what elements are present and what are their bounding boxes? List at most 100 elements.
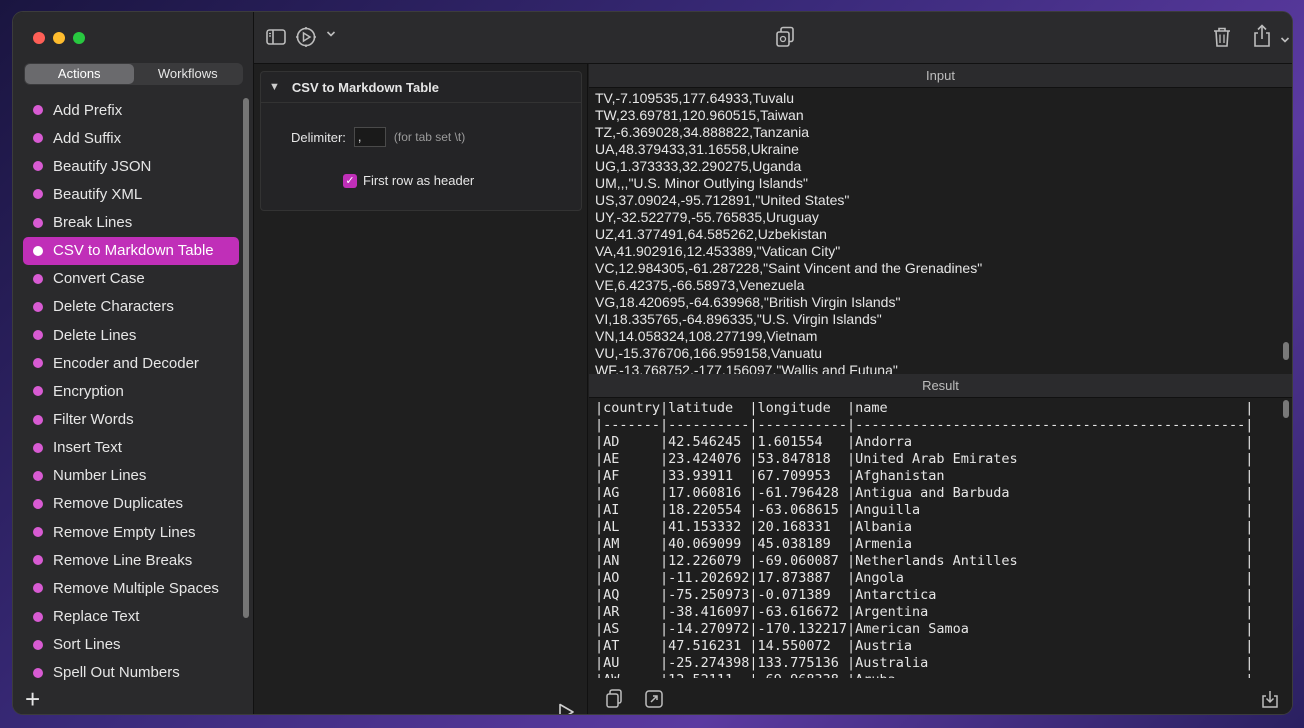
delimiter-hint: (for tab set \t)	[393, 130, 466, 144]
bullet-icon	[33, 358, 43, 369]
disclosure-triangle-icon[interactable]: ▼	[269, 81, 280, 93]
input-line: UA,48.379433,31.16558,Ukraine	[595, 141, 799, 157]
sidebar-item-filter-words[interactable]: Filter Words	[23, 406, 239, 434]
sidebar-item-number-lines[interactable]: Number Lines	[23, 462, 239, 490]
run-settings-icon[interactable]	[295, 26, 317, 53]
sidebar-item-label: Number Lines	[53, 467, 147, 485]
action-card-header[interactable]: ▼ CSV to Markdown Table	[261, 72, 581, 103]
use-as-input-icon[interactable]	[644, 689, 664, 714]
bullet-icon	[33, 639, 43, 650]
sidebar-item-beautify-xml[interactable]: Beautify XML	[23, 180, 239, 208]
window-controls	[33, 32, 85, 44]
sidebar-item-encryption[interactable]: Encryption	[23, 377, 239, 405]
share-chevron-down-icon[interactable]	[1280, 31, 1290, 49]
result-line: |AG |17.060816 |-61.796428 |Antigua and …	[595, 485, 1254, 501]
sidebar-item-remove-line-breaks[interactable]: Remove Line Breaks	[23, 546, 239, 574]
result-line: |-------|----------|-----------|--------…	[595, 417, 1254, 433]
input-line: TW,23.69781,120.960515,Taiwan	[595, 107, 804, 123]
sidebar-item-label: Beautify XML	[53, 185, 143, 203]
input-line: WF,-13.768752,-177.156097,"Wallis and Fu…	[595, 362, 898, 374]
sidebar-item-label: Spell Out Numbers	[53, 664, 180, 682]
sidebar-toggle-icon[interactable]	[266, 28, 286, 51]
input-line: UM,,,"U.S. Minor Outlying Islands"	[595, 175, 809, 191]
result-line: |AR |-38.416097|-63.616672 |Argentina |	[595, 604, 1254, 620]
sidebar-item-insert-text[interactable]: Insert Text	[23, 434, 239, 462]
input-line: VI,18.335765,-64.896335,"U.S. Virgin Isl…	[595, 311, 882, 327]
save-result-icon[interactable]	[1260, 689, 1280, 714]
first-row-header-checkbox[interactable]: ✓	[343, 173, 357, 188]
bullet-icon	[33, 527, 43, 538]
sidebar-item-label: Encryption	[53, 382, 124, 400]
sidebar-scrollbar[interactable]	[243, 98, 249, 618]
input-line: VC,12.984305,-61.287228,"Saint Vincent a…	[595, 260, 983, 276]
run-play-icon[interactable]	[556, 702, 576, 714]
result-bottom-bar	[589, 684, 1292, 714]
sidebar-item-add-suffix[interactable]: Add Suffix	[23, 124, 239, 152]
tab-actions[interactable]: Actions	[25, 64, 134, 84]
sidebar-item-label: Remove Line Breaks	[53, 551, 193, 569]
result-line: |AM |40.069099 |45.038189 |Armenia |	[595, 536, 1254, 552]
first-row-header-label: First row as header	[363, 173, 475, 188]
bullet-icon	[33, 301, 43, 312]
bullet-icon	[33, 105, 43, 115]
result-scrollbar[interactable]	[1283, 400, 1289, 418]
tab-workflows[interactable]: Workflows	[134, 64, 243, 84]
share-icon[interactable]	[1252, 24, 1272, 53]
sidebar-item-label: Convert Case	[53, 270, 145, 288]
result-line: |AN |12.226079 |-69.060087 |Netherlands …	[595, 553, 1254, 569]
close-window-button[interactable]	[33, 32, 45, 44]
input-line: VE,6.42375,-66.58973,Venezuela	[595, 277, 805, 293]
zoom-window-button[interactable]	[73, 32, 85, 44]
chevron-down-icon[interactable]	[326, 30, 336, 41]
header-checkbox-row: ✓ First row as header	[343, 173, 474, 188]
sidebar-item-spell-out-numbers[interactable]: Spell Out Numbers	[23, 659, 239, 687]
result-text-area[interactable]: |country|latitude |longitude |name | |---…	[589, 398, 1292, 678]
action-card: ▼ CSV to Markdown Table Delimiter: , (fo…	[260, 71, 582, 211]
sidebar-item-beautify-json[interactable]: Beautify JSON	[23, 152, 239, 180]
sidebar-item-label: CSV to Markdown Table	[53, 242, 214, 260]
actions-list: Add Prefix Add Suffix Beautify JSON Beautif…	[23, 96, 239, 687]
result-line: |AF |33.93911 |67.709953 |Afghanistan |	[595, 468, 1254, 484]
sidebar-item-label: Delete Characters	[53, 298, 174, 316]
trash-icon[interactable]	[1212, 26, 1232, 53]
copy-result-icon[interactable]	[605, 689, 623, 714]
sidebar-item-replace-text[interactable]: Replace Text	[23, 603, 239, 631]
bullet-icon	[33, 667, 43, 678]
input-line: VA,41.902916,12.453389,"Vatican City"	[595, 243, 841, 259]
sidebar: Actions Workflows Add Prefix Add Suffix Be…	[13, 12, 254, 714]
delimiter-input[interactable]: ,	[353, 127, 386, 147]
copy-documents-icon[interactable]	[775, 26, 795, 53]
sidebar-item-remove-duplicates[interactable]: Remove Duplicates	[23, 490, 239, 518]
sidebar-item-label: Remove Multiple Spaces	[53, 579, 219, 597]
sidebar-item-break-lines[interactable]: Break Lines	[23, 209, 239, 237]
sidebar-item-convert-case[interactable]: Convert Case	[23, 265, 239, 293]
result-line: |AD |42.546245 |1.601554 |Andorra |	[595, 434, 1254, 450]
sidebar-item-remove-multiple-spaces[interactable]: Remove Multiple Spaces	[23, 574, 239, 602]
sidebar-item-sort-lines[interactable]: Sort Lines	[23, 631, 239, 659]
sidebar-item-label: Insert Text	[53, 439, 122, 457]
sidebar-item-delete-characters[interactable]: Delete Characters	[23, 293, 239, 321]
input-line: UY,-32.522779,-55.765835,Uruguay	[595, 209, 819, 225]
delimiter-row: Delimiter: , (for tab set \t)	[291, 127, 465, 147]
toolbar	[254, 12, 1292, 64]
sidebar-item-label: Add Suffix	[53, 129, 122, 147]
sidebar-item-remove-empty-lines[interactable]: Remove Empty Lines	[23, 518, 239, 546]
sidebar-item-label: Remove Empty Lines	[53, 523, 196, 541]
add-action-button[interactable]: +	[25, 686, 40, 712]
sidebar-item-label: Replace Text	[53, 608, 140, 626]
sidebar-item-delete-lines[interactable]: Delete Lines	[23, 321, 239, 349]
sidebar-item-add-prefix[interactable]: Add Prefix	[23, 96, 239, 124]
bullet-icon	[33, 442, 43, 453]
minimize-window-button[interactable]	[53, 32, 65, 44]
sidebar-item-encoder-and-decoder[interactable]: Encoder and Decoder	[23, 349, 239, 377]
bullet-icon	[33, 189, 43, 200]
io-panes: Input TV,-7.109535,177.64933,Tuvalu TW,23…	[589, 64, 1292, 714]
bullet-icon	[33, 245, 43, 256]
sidebar-item-label: Remove Duplicates	[53, 495, 184, 513]
sidebar-item-label: Filter Words	[53, 411, 134, 429]
sidebar-item-csv-to-markdown-table[interactable]: CSV to Markdown Table	[23, 236, 239, 265]
input-header: Input	[589, 64, 1292, 88]
input-line: TZ,-6.369028,34.888822,Tanzania	[595, 124, 810, 140]
input-text-area[interactable]: TV,-7.109535,177.64933,Tuvalu TW,23.69781…	[589, 88, 1292, 374]
input-scrollbar[interactable]	[1283, 342, 1289, 360]
